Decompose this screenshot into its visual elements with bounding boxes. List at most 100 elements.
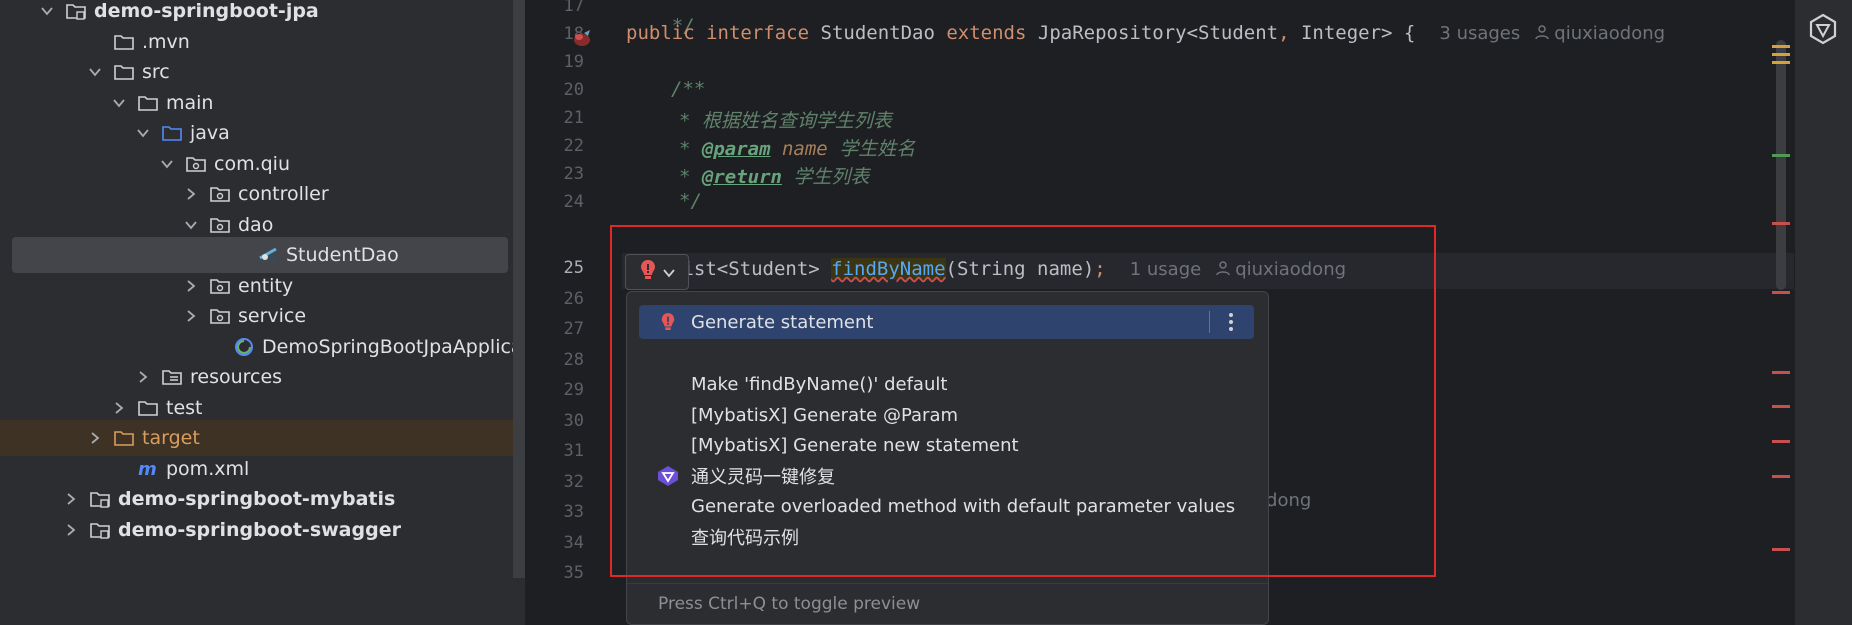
inspection-warning-icon[interactable] [1770, 42, 1792, 72]
javadoc-return-desc: 学生列表 [781, 166, 870, 188]
line-number[interactable]: 20 [526, 80, 584, 100]
tree-item-label: controller [238, 183, 329, 205]
chevron-down-icon[interactable] [156, 153, 178, 175]
footer-hint: Press Ctrl+Q to toggle preview [658, 594, 921, 614]
keyword-interface: interface [706, 22, 810, 44]
line-number[interactable]: 21 [526, 108, 584, 128]
annotation-highlight-box [610, 225, 1436, 577]
tree-item-label: test [166, 396, 203, 419]
editor-gutter: 17 18 19 20 21 22 23 24 25 26 27 28 29 30 31 32 33 34 35 [526, 0, 622, 625]
tree-item-label: service [238, 305, 307, 327]
tree-item-label: demo-springboot-mybatis [118, 488, 396, 510]
module-folder-icon [64, 0, 88, 22]
excluded-folder-icon [112, 427, 136, 449]
comment-star: * [679, 166, 702, 188]
chevron-right-icon[interactable] [180, 275, 202, 297]
line-number[interactable]: 19 [526, 52, 584, 72]
chevron-right-icon[interactable] [60, 519, 82, 541]
author-name: qiuxiaodong [1554, 23, 1666, 44]
package-icon [208, 183, 232, 205]
spring-boot-class-icon [232, 336, 256, 358]
line-number[interactable]: 25 [526, 258, 584, 278]
package-icon [184, 153, 208, 175]
maven-icon: m [136, 458, 160, 480]
tree-item-label: StudentDao [286, 244, 399, 266]
parent-type-rest: Integer> { [1289, 22, 1416, 44]
tree-item-label: demo-springboot-jpa [94, 0, 319, 22]
spring-data-interface-icon [256, 244, 280, 266]
line-number[interactable]: 29 [526, 380, 584, 400]
code-line-22[interactable]: * @param name 学生姓名 [679, 134, 915, 161]
javadoc-param-desc: 学生姓名 [827, 138, 916, 160]
popup-footer: Press Ctrl+Q to toggle preview [627, 583, 1268, 624]
line-number[interactable]: 35 [526, 563, 584, 583]
project-tree: demo-springboot-jpa .mvn src main java com.qi… [0, 0, 525, 625]
tree-item-label: pom.xml [166, 457, 250, 480]
tree-item-label: .mvn [142, 30, 190, 53]
svg-text:m: m [138, 459, 157, 479]
line-number[interactable]: 33 [526, 502, 584, 522]
line-number[interactable]: 24 [526, 192, 584, 212]
tree-item-label: dao [238, 213, 274, 236]
folder-icon [112, 31, 136, 53]
source-folder-icon [160, 122, 184, 144]
line-number[interactable]: 31 [526, 441, 584, 461]
usages-hint[interactable]: 3 usages [1439, 23, 1520, 44]
resources-folder-icon [160, 366, 184, 388]
line-number[interactable]: 17 [526, 0, 584, 16]
ai-assistant-icon[interactable] [1806, 12, 1840, 46]
tree-item-label: demo-springboot-swagger [118, 518, 401, 541]
chevron-right-icon[interactable] [84, 427, 106, 449]
chevron-down-icon[interactable] [132, 122, 154, 144]
chevron-down-icon[interactable] [84, 61, 106, 83]
line-number[interactable]: 27 [526, 319, 584, 339]
spring-bean-gutter-icon[interactable] [570, 29, 594, 53]
chevron-right-icon[interactable] [132, 366, 154, 388]
tree-item-label: entity [238, 274, 294, 297]
tree-item-label: resources [190, 366, 283, 388]
code-line-18[interactable]: public interface StudentDao extends JpaR… [626, 22, 1665, 45]
line-number[interactable]: 34 [526, 533, 584, 553]
chevron-down-icon[interactable] [36, 0, 58, 22]
chevron-down-icon[interactable] [180, 214, 202, 236]
folder-icon [136, 92, 160, 114]
comment-star: * [679, 138, 702, 160]
tree-item[interactable]: demo-springboot-swagger [0, 512, 525, 548]
line-number[interactable]: 30 [526, 411, 584, 431]
chevron-right-icon[interactable] [180, 305, 202, 327]
tree-item-label: DemoSpringBootJpaApplication [262, 335, 525, 358]
code-line-24[interactable]: */ [679, 190, 702, 212]
right-tool-strip [1794, 0, 1852, 625]
javadoc-param-name: name [781, 138, 828, 160]
folder-icon [112, 61, 136, 83]
keyword-extends: extends [946, 22, 1027, 44]
line-number[interactable]: 23 [526, 164, 584, 184]
line-number[interactable]: 26 [526, 289, 584, 309]
folder-icon [136, 397, 160, 419]
author-hint[interactable]: qiuxiaodong [1520, 23, 1665, 44]
module-folder-icon [88, 519, 112, 541]
type-comma: , [1278, 22, 1290, 44]
interface-name: StudentDao [820, 22, 935, 44]
chevron-right-icon[interactable] [60, 488, 82, 510]
line-number[interactable]: 28 [526, 350, 584, 370]
package-icon [208, 214, 232, 236]
line-number[interactable]: 22 [526, 136, 584, 156]
tree-item-label: java [190, 122, 230, 144]
person-icon [1534, 24, 1550, 45]
keyword-public: public [626, 22, 695, 44]
chevron-right-icon[interactable] [108, 397, 130, 419]
editor-scrollbar[interactable] [1776, 40, 1786, 290]
chevron-down-icon[interactable] [108, 92, 130, 114]
javadoc-tag-return: @return [701, 166, 782, 188]
code-line-21[interactable]: * 根据姓名查询学生列表 [679, 106, 892, 133]
code-line-23[interactable]: * @return 学生列表 [679, 162, 869, 189]
project-tree-scrollbar[interactable] [513, 0, 525, 578]
code-line-20[interactable]: /** [671, 78, 705, 100]
line-number[interactable]: 32 [526, 472, 584, 492]
chevron-right-icon[interactable] [180, 183, 202, 205]
